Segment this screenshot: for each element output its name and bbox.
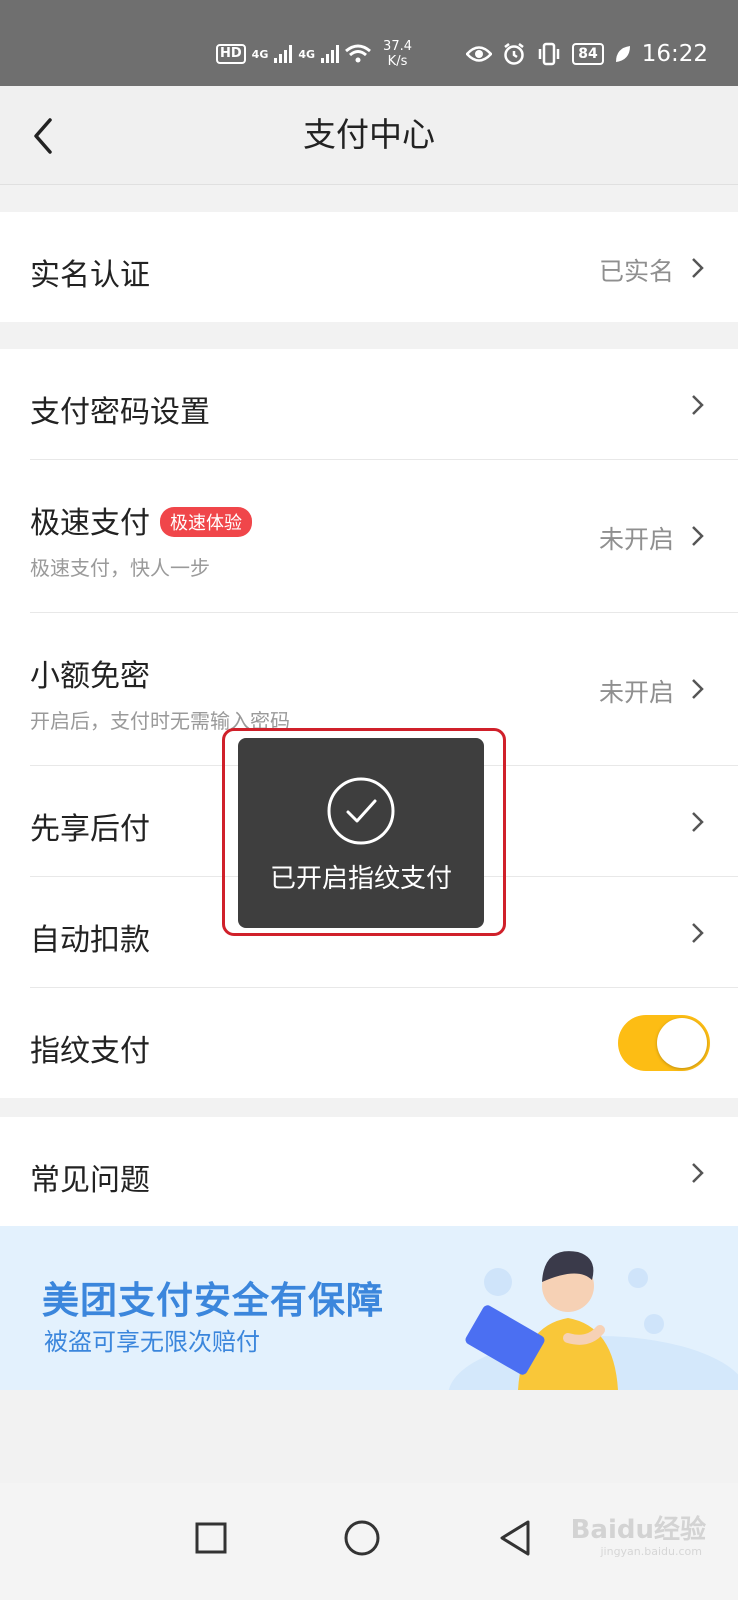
battery-indicator: 84 <box>572 43 604 65</box>
row-fast-pay[interactable]: 极速支付 极速体验 极速支付，快人一步 未开启 <box>30 460 738 613</box>
row-pay-password[interactable]: 支付密码设置 <box>30 349 738 460</box>
chevron-right-icon <box>692 923 704 943</box>
pay-password-label: 支付密码设置 <box>30 395 210 430</box>
check-circle-icon <box>327 777 395 845</box>
toast-message: 已开启指纹支付 <box>238 738 484 928</box>
small-free-status: 未开启 <box>598 678 674 707</box>
signal-icon <box>321 45 340 63</box>
alarm-icon <box>504 43 524 65</box>
network-speed: 37.4 K/s <box>383 39 412 69</box>
faq-label: 常见问题 <box>30 1163 150 1198</box>
watermark-url: jingyan.baidu.com <box>600 1545 702 1558</box>
network-type-1: 4G <box>251 47 269 61</box>
page-title: 支付中心 <box>303 115 435 154</box>
pay-later-label: 先享后付 <box>30 812 150 847</box>
clock: 16:22 <box>641 41 708 67</box>
fast-pay-label: 极速支付 <box>30 506 150 541</box>
network-type-2: 4G <box>298 47 316 61</box>
signal-icon <box>274 45 293 63</box>
row-real-name[interactable]: 实名认证 已实名 <box>30 212 738 322</box>
row-faq[interactable]: 常见问题 <box>30 1117 738 1227</box>
speed-value: 37.4 <box>383 39 412 54</box>
app-header: 支付中心 <box>0 86 738 185</box>
section-identity: 实名认证 已实名 <box>0 212 738 322</box>
status-bar: HD 4G 4G 37.4 K/s 84 16:22 <box>0 0 738 86</box>
section-payment-settings: 支付密码设置 极速支付 极速体验 极速支付，快人一步 未开启 小额免密 开启后，支… <box>0 349 738 1098</box>
chevron-right-icon <box>692 679 704 699</box>
row-fingerprint-pay: 指纹支付 <box>30 988 738 1098</box>
fingerprint-pay-toggle[interactable] <box>618 1015 710 1071</box>
back-triangle-icon[interactable] <box>486 1507 546 1567</box>
chevron-right-icon <box>692 812 704 832</box>
fingerprint-pay-label: 指纹支付 <box>30 1034 150 1069</box>
wifi-icon <box>345 44 372 63</box>
small-free-label: 小额免密 <box>30 659 150 694</box>
speed-unit: K/s <box>387 54 408 69</box>
watermark-logo: Baidu经验 <box>570 1515 706 1545</box>
system-nav-bar: Baidu经验 jingyan.baidu.com <box>0 1483 738 1600</box>
fast-pay-subtitle: 极速支付，快人一步 <box>30 556 210 580</box>
chevron-right-icon <box>692 526 704 546</box>
fast-pay-badge: 极速体验 <box>160 507 252 537</box>
toggle-knob <box>657 1018 707 1068</box>
home-icon[interactable] <box>332 1507 392 1567</box>
status-left: HD 4G 4G 37.4 K/s <box>216 36 412 72</box>
real-name-label: 实名认证 <box>30 258 150 293</box>
hd-icon: HD <box>216 44 246 64</box>
chevron-right-icon <box>692 1163 704 1183</box>
security-banner[interactable]: 美团支付安全有保障 被盗可享无限次赔付 <box>0 1226 738 1390</box>
person-with-tablet-illustration <box>448 1251 738 1390</box>
toast-text: 已开启指纹支付 <box>269 864 452 894</box>
banner-subtitle: 被盗可享无限次赔付 <box>44 1328 260 1356</box>
leaf-icon <box>615 46 630 62</box>
real-name-status: 已实名 <box>598 257 674 286</box>
status-right: 84 16:22 <box>466 38 708 70</box>
chevron-right-icon <box>692 395 704 415</box>
eye-icon <box>466 46 493 62</box>
banner-title: 美团支付安全有保障 <box>42 1279 384 1322</box>
fast-pay-status: 未开启 <box>598 525 674 554</box>
fast-pay-label-wrap: 极速支付 极速体验 <box>30 498 252 542</box>
recent-apps-icon[interactable] <box>180 1507 240 1567</box>
section-help: 常见问题 <box>0 1117 738 1227</box>
vibrate-icon <box>538 42 560 66</box>
auto-deduct-label: 自动扣款 <box>30 923 150 958</box>
chevron-right-icon <box>692 258 704 278</box>
